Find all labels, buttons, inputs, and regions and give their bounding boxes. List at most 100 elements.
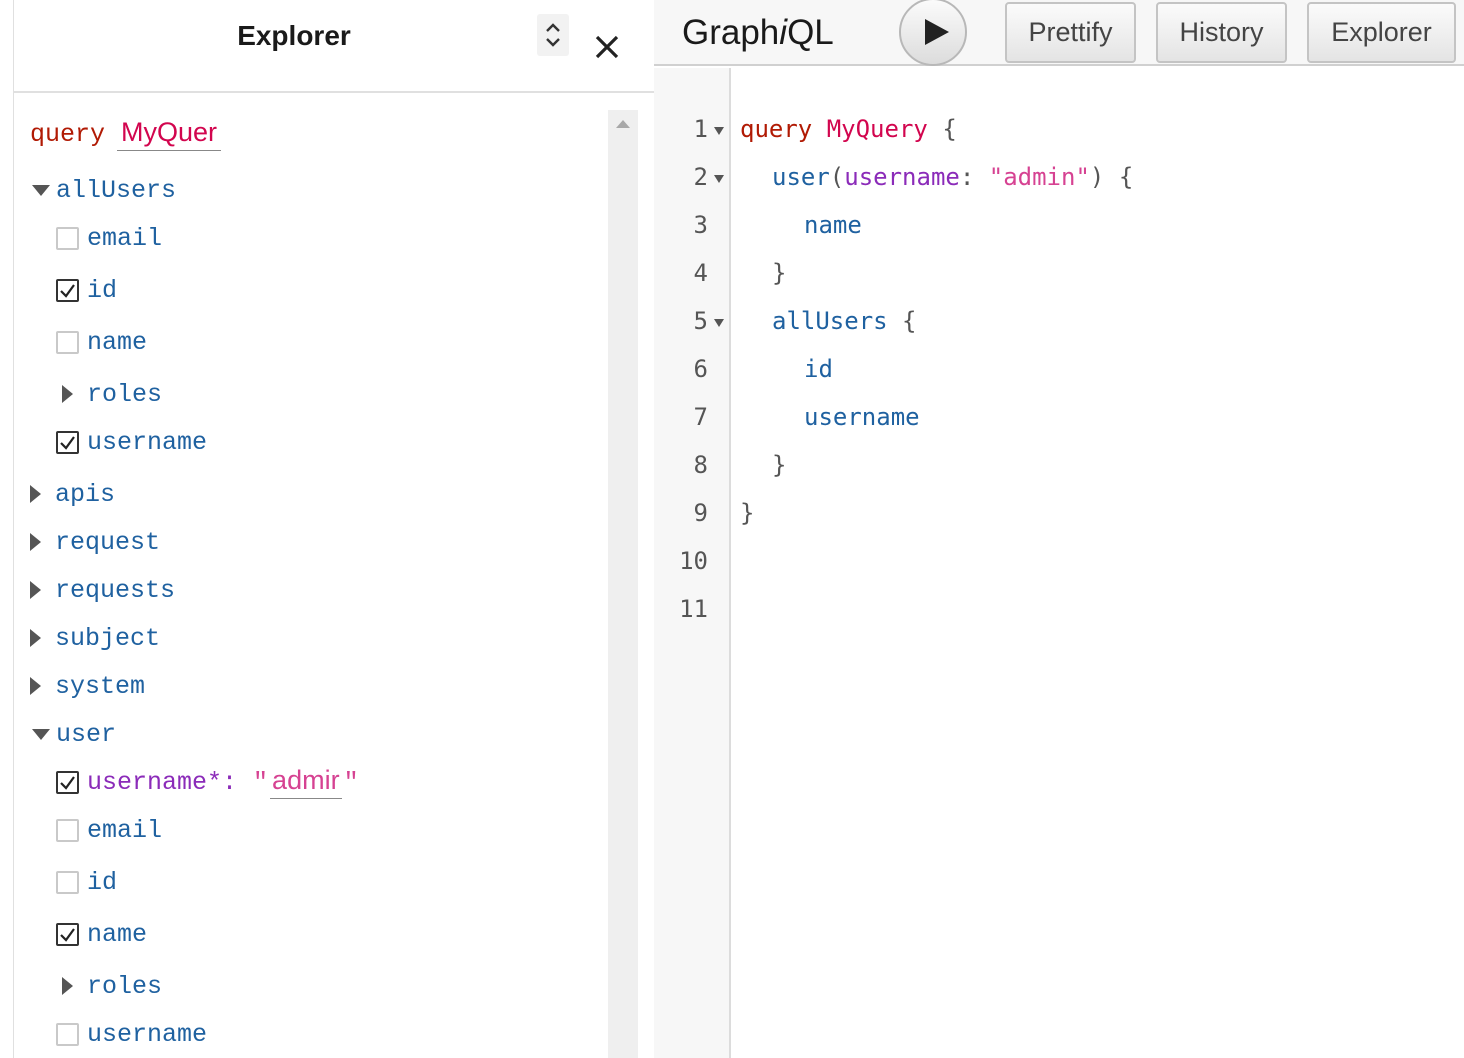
allusers-field-roles[interactable]: roles xyxy=(62,377,162,411)
checked-checkbox-icon[interactable] xyxy=(56,922,79,946)
sort-toggle-icon[interactable] xyxy=(537,14,569,56)
field-label: subject xyxy=(55,623,161,653)
field-label: requests xyxy=(55,575,176,605)
tree-node-request[interactable]: request xyxy=(30,525,160,559)
explorer-button[interactable]: Explorer xyxy=(1307,2,1456,63)
checked-checkbox-icon[interactable] xyxy=(56,278,79,302)
unchecked-checkbox-icon[interactable] xyxy=(56,870,79,894)
fold-arrow-icon[interactable] xyxy=(714,175,724,183)
explorer-tree: query MyQuer allUsers email id name role… xyxy=(14,95,608,1058)
code-line-1: query MyQuery { xyxy=(740,115,957,143)
tree-node-user[interactable]: user xyxy=(32,717,116,751)
line-number: 2 xyxy=(693,163,708,191)
allusers-field-id[interactable]: id xyxy=(56,273,117,307)
app-title: GraphiQL xyxy=(682,13,834,53)
field-label: system xyxy=(55,671,146,701)
code-line-6: id xyxy=(804,355,833,383)
play-icon xyxy=(925,19,949,45)
app-title-part: QL xyxy=(787,13,834,52)
user-field-username[interactable]: username xyxy=(56,1017,207,1051)
code-line-9: } xyxy=(740,499,754,527)
tree-node-system[interactable]: system xyxy=(30,669,145,703)
app-title-part: Graph xyxy=(682,13,780,52)
line-number: 11 xyxy=(679,595,708,623)
tree-node-apis[interactable]: apis xyxy=(30,477,115,511)
field-label: request xyxy=(55,527,161,557)
close-icon[interactable] xyxy=(592,32,622,62)
operation-name-input[interactable]: MyQuer xyxy=(117,117,222,151)
code-paren: ( xyxy=(829,163,845,191)
code-field: id xyxy=(804,355,833,383)
checked-checkbox-icon[interactable] xyxy=(56,770,79,794)
tree-node-subject[interactable]: subject xyxy=(30,621,160,655)
code-string: "admin" xyxy=(988,163,1090,191)
code-line-7: username xyxy=(804,403,920,431)
code-brace: } xyxy=(740,499,755,527)
unchecked-checkbox-icon[interactable] xyxy=(56,818,79,842)
field-label: name xyxy=(87,327,148,357)
explorer-scrollbar[interactable] xyxy=(608,110,638,1058)
code-field: allUsers xyxy=(772,307,888,335)
argument-value-input[interactable]: admir xyxy=(270,765,342,799)
code-line-4: } xyxy=(772,259,786,287)
operation-line: query MyQuer xyxy=(30,117,222,151)
fold-arrow-icon[interactable] xyxy=(714,127,724,135)
code-brace: { xyxy=(902,307,917,335)
collapsed-arrow-icon xyxy=(30,485,41,503)
line-number: 1 xyxy=(693,115,708,143)
line-number: 7 xyxy=(693,403,708,431)
field-label: apis xyxy=(55,479,116,509)
tree-node-allusers[interactable]: allUsers xyxy=(32,173,176,207)
field-label: user xyxy=(56,719,117,749)
quote-close: " xyxy=(343,767,359,797)
code-brace: { xyxy=(1118,163,1134,191)
unchecked-checkbox-icon[interactable] xyxy=(56,226,79,250)
explorer-panel: Explorer query MyQuer allUsers email id … xyxy=(0,0,654,1058)
allusers-field-name[interactable]: name xyxy=(56,325,147,359)
app-title-italic: i xyxy=(779,13,788,52)
field-label: name xyxy=(87,919,148,949)
field-label: username xyxy=(87,1019,208,1049)
prettify-button[interactable]: Prettify xyxy=(1005,2,1136,63)
quote-open: " xyxy=(253,767,269,797)
allusers-field-username[interactable]: username xyxy=(56,425,207,459)
code-operation-name: MyQuery xyxy=(826,115,928,143)
user-arg-username[interactable]: username*: " admir " xyxy=(56,765,359,799)
explorer-title: Explorer xyxy=(237,20,351,51)
history-button[interactable]: History xyxy=(1156,2,1287,63)
query-editor[interactable]: 1 2 3 4 5 6 7 8 9 10 11 query MyQuery { … xyxy=(654,68,1464,1058)
user-field-name[interactable]: name xyxy=(56,917,147,951)
run-query-button[interactable] xyxy=(899,0,967,66)
collapsed-arrow-icon xyxy=(30,629,41,647)
line-number-gutter: 1 2 3 4 5 6 7 8 9 10 11 xyxy=(654,68,731,1058)
code-colon: : xyxy=(959,163,975,191)
operation-keyword: query xyxy=(30,119,106,149)
field-label: username xyxy=(87,427,208,457)
code-brace: } xyxy=(772,259,787,287)
allusers-field-email[interactable]: email xyxy=(56,221,162,255)
fold-arrow-icon[interactable] xyxy=(714,319,724,327)
tree-node-requests[interactable]: requests xyxy=(30,573,175,607)
line-number: 8 xyxy=(693,451,708,479)
code-line-8: } xyxy=(772,451,786,479)
user-field-id[interactable]: id xyxy=(56,865,117,899)
user-field-email[interactable]: email xyxy=(56,813,162,847)
checked-checkbox-icon[interactable] xyxy=(56,430,79,454)
unchecked-checkbox-icon[interactable] xyxy=(56,1022,79,1046)
field-label: roles xyxy=(87,971,163,1001)
unchecked-checkbox-icon[interactable] xyxy=(56,330,79,354)
line-number: 4 xyxy=(693,259,708,287)
line-number: 3 xyxy=(693,211,708,239)
line-number: 10 xyxy=(679,547,708,575)
scroll-up-arrow-icon[interactable] xyxy=(616,120,630,128)
user-field-roles[interactable]: roles xyxy=(62,969,162,1003)
code-argument: username xyxy=(844,163,960,191)
field-label: id xyxy=(87,275,118,305)
explorer-header: Explorer xyxy=(14,0,654,93)
code-line-3: name xyxy=(804,211,862,239)
field-label: roles xyxy=(87,379,163,409)
code-brace: } xyxy=(772,451,787,479)
line-number: 5 xyxy=(693,307,708,335)
code-field: name xyxy=(804,211,862,239)
line-number: 6 xyxy=(693,355,708,383)
